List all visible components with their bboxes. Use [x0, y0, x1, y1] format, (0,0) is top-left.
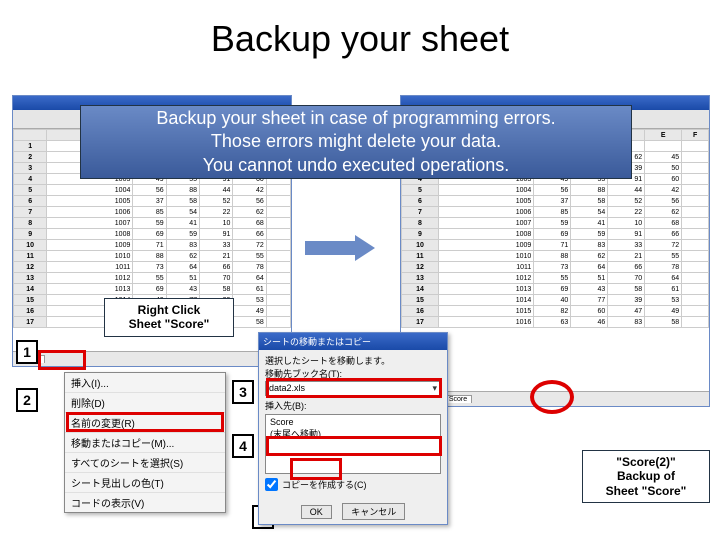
menu-item-insert[interactable]: 挿入(I)... [65, 373, 225, 393]
slide-title: Backup your sheet [0, 18, 720, 60]
ok-button[interactable]: OK [301, 505, 332, 519]
step-number-1: 1 [16, 340, 38, 364]
arrow-right-icon [305, 235, 375, 261]
banner-line: Those errors might delete your data. [81, 130, 631, 153]
callout-line: Right Click [113, 303, 225, 317]
banner-line: Backup your sheet in case of programming… [81, 107, 631, 130]
callout-line: Sheet "Score" [113, 317, 225, 331]
banner-line: You cannot undo executed operations. [81, 154, 631, 177]
cancel-button[interactable]: キャンセル [342, 503, 405, 520]
menu-item-move-copy[interactable]: 移動またはコピー(M)... [65, 433, 225, 453]
step-number-2: 2 [16, 388, 38, 412]
instruction-banner: Backup your sheet in case of programming… [80, 105, 632, 179]
callout-right-click: Right Click Sheet "Score" [104, 298, 234, 337]
list-item[interactable]: Score [268, 417, 438, 427]
list-item[interactable]: (末尾へ移動) [268, 427, 438, 440]
dialog-label: 挿入先(B): [265, 399, 441, 412]
insert-before-listbox[interactable]: Score (末尾へ移動) [265, 414, 441, 474]
callout-line: Sheet "Score" [591, 484, 701, 498]
step-number-3: 3 [232, 380, 254, 404]
menu-item-delete[interactable]: 削除(D) [65, 393, 225, 413]
menu-item-rename[interactable]: 名前の変更(R) [65, 413, 225, 433]
move-copy-dialog: シートの移動またはコピー 選択したシートを移動します。 移動先ブック名(T): … [258, 332, 448, 525]
step-number-4: 4 [232, 434, 254, 458]
book-dropdown[interactable]: data2.xls ▾ [265, 381, 441, 396]
create-copy-label: コピーを作成する(C) [282, 478, 367, 491]
dialog-label: 選択したシートを移動します。 [265, 354, 441, 367]
dialog-label: 移動先ブック名(T): [265, 367, 441, 380]
create-copy-checkbox-input[interactable] [265, 478, 278, 491]
sheet-context-menu: 挿入(I)... 削除(D) 名前の変更(R) 移動またはコピー(M)... す… [64, 372, 226, 513]
menu-item-view-code[interactable]: コードの表示(V) [65, 493, 225, 512]
create-copy-checkbox[interactable]: コピーを作成する(C) [265, 478, 441, 491]
chevron-down-icon: ▾ [432, 383, 437, 394]
callout-backup: "Score(2)" Backup of Sheet "Score" [582, 450, 710, 503]
callout-line: Backup of [591, 469, 701, 483]
callout-line: "Score(2)" [591, 455, 701, 469]
menu-item-select-all[interactable]: すべてのシートを選択(S) [65, 453, 225, 473]
sheet-tabs-left: Score [13, 351, 291, 366]
dialog-title: シートの移動またはコピー [259, 333, 447, 350]
book-dropdown-value: data2.xls [269, 383, 305, 394]
sheet-tab-score[interactable]: Score [444, 395, 472, 403]
menu-item-tab-color[interactable]: シート見出しの色(T) [65, 473, 225, 493]
